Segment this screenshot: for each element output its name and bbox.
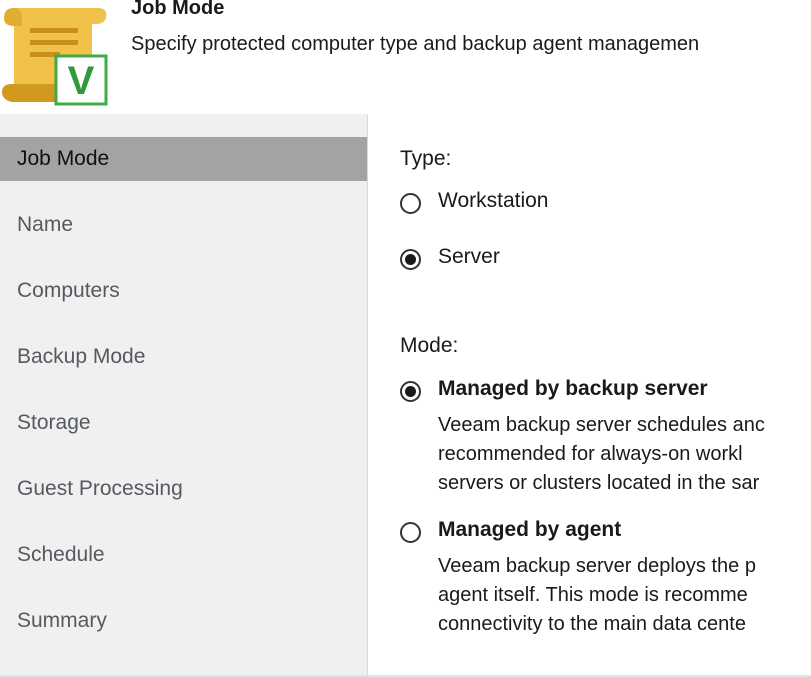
sidebar-item-job-mode[interactable]: Job Mode <box>0 137 367 181</box>
description-line: agent itself. This mode is recomme <box>438 584 748 606</box>
wizard-header: V Job Mode Specify protected computer ty… <box>0 0 811 114</box>
sidebar-item-guest-processing[interactable]: Guest Processing <box>0 467 367 511</box>
page-subtitle: Specify protected computer type and back… <box>131 33 700 55</box>
description-line: Veeam backup server deploys the p <box>438 555 756 577</box>
radio-managed-by-agent-label[interactable]: Managed by agent <box>438 518 621 542</box>
radio-button[interactable] <box>400 193 421 214</box>
radio-server-label[interactable]: Server <box>438 245 500 269</box>
job-mode-content: Type: Workstation Server Mode: Managed b… <box>368 114 811 675</box>
sidebar-item-schedule[interactable]: Schedule <box>0 533 367 577</box>
description-line: servers or clusters located in the sar <box>438 472 760 494</box>
sidebar-item-computers[interactable]: Computers <box>0 269 367 313</box>
managed-by-backup-server-description: Veeam backup server schedules anc recomm… <box>438 411 765 498</box>
radio-button-checked[interactable] <box>400 249 421 270</box>
type-label: Type: <box>400 147 452 170</box>
description-line: recommended for always-on workl <box>438 443 743 465</box>
mode-label: Mode: <box>400 334 459 357</box>
radio-button-checked[interactable] <box>400 381 421 402</box>
description-line: connectivity to the main data cente <box>438 613 746 635</box>
radio-workstation-label[interactable]: Workstation <box>438 189 549 213</box>
scroll-checkmark-icon: V <box>2 8 108 106</box>
description-line: Veeam backup server schedules anc <box>438 414 765 436</box>
check-letter: V <box>68 59 95 103</box>
page-title: Job Mode <box>131 0 225 19</box>
radio-button[interactable] <box>400 522 421 543</box>
sidebar-item-storage[interactable]: Storage <box>0 401 367 445</box>
wizard-steps-sidebar: Job Mode Name Computers Backup Mode Stor… <box>0 114 367 677</box>
job-mode-wizard: V Job Mode Specify protected computer ty… <box>0 0 811 677</box>
radio-managed-by-backup-server-label[interactable]: Managed by backup server <box>438 377 708 401</box>
sidebar-item-backup-mode[interactable]: Backup Mode <box>0 335 367 379</box>
sidebar-item-summary[interactable]: Summary <box>0 599 367 643</box>
sidebar-item-name[interactable]: Name <box>0 203 367 247</box>
managed-by-agent-description: Veeam backup server deploys the p agent … <box>438 552 756 639</box>
